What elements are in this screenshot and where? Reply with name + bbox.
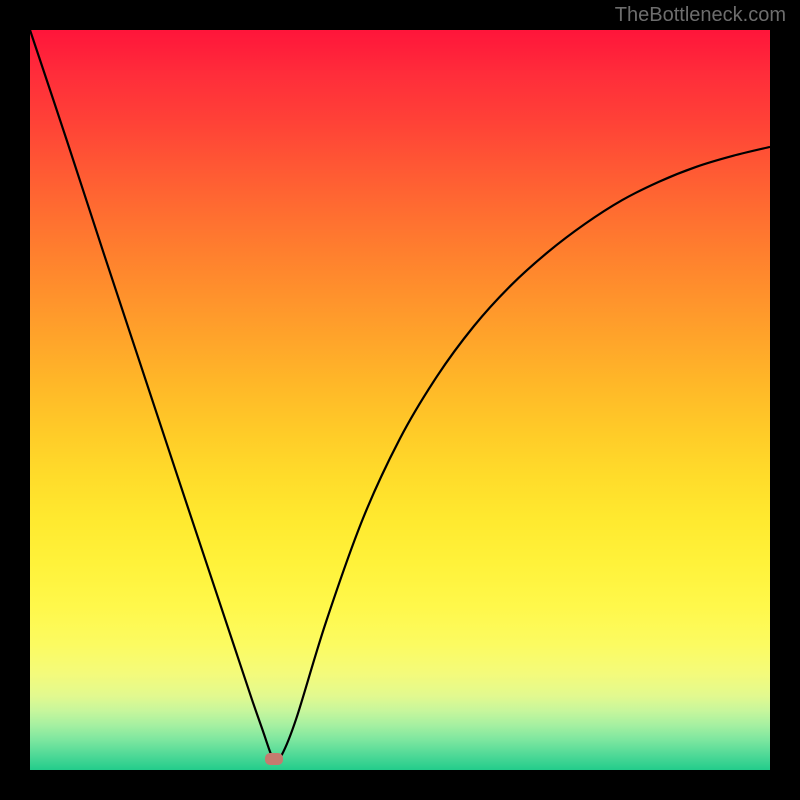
- bottleneck-curve: [30, 30, 770, 770]
- chart-frame: TheBottleneck.com: [0, 0, 800, 800]
- curve-path: [30, 30, 770, 760]
- sweet-spot-marker: [265, 753, 283, 765]
- watermark-text: TheBottleneck.com: [615, 4, 786, 27]
- plot-area: [30, 30, 770, 770]
